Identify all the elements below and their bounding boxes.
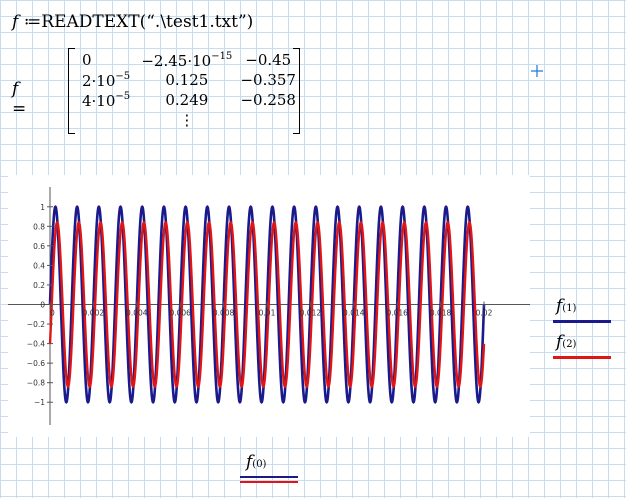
- matrix-cell: −0.357: [240, 71, 296, 89]
- matrix-cell: 0.125: [165, 71, 209, 89]
- y-tick-label: −0.8: [27, 379, 45, 388]
- legend-series-2[interactable]: f(2): [556, 332, 576, 352]
- y-tick-label: 0.8: [33, 222, 45, 231]
- matrix-cell: 4·10−5: [82, 90, 131, 110]
- matrix-cell: 2·10−5: [82, 70, 131, 90]
- plot-svg: 1 0.8 0.6 0.4 0.2 0 −0.2 −0.4 −0.6 −0.8 −1 0 0.002 0.…: [8, 175, 530, 437]
- x-tick-label: 0.016: [386, 309, 408, 318]
- legend-series-1[interactable]: f(1): [556, 296, 576, 316]
- y-tick-label: 0: [40, 301, 45, 310]
- legend-series-1-swatch: [553, 320, 611, 323]
- x-axis-swatch-blue: [240, 476, 298, 478]
- crosshair-plus-icon: [531, 65, 543, 77]
- x-axis-swatch-red: [240, 481, 298, 483]
- matrix-row: 0 −2.45·10−15 −0.45: [78, 50, 300, 70]
- readtext-definition[interactable]: f ≔READTEXT(“.\test1.txt”): [12, 12, 253, 32]
- result-matrix: 0 −2.45·10−15 −0.45 2·10−5 0.125 −0.357 4·10−5…: [68, 48, 300, 134]
- matrix-cell: ⋮: [179, 111, 195, 129]
- y-tick-label: −1: [34, 398, 45, 407]
- matrix-cell: 0.249: [165, 91, 209, 109]
- result-label: f =: [12, 79, 26, 119]
- legend-series-2-label: f(2): [556, 332, 577, 352]
- file-path-argument: “.\test1.txt”: [146, 12, 247, 32]
- matrix-cell: −0.45: [245, 51, 292, 69]
- y-tick-label: 0.2: [33, 281, 45, 290]
- y-tick-label: −0.6: [27, 359, 45, 368]
- result-variable: f: [12, 79, 19, 99]
- definition-variable: f: [12, 12, 19, 32]
- x-tick-label: 0.008: [213, 309, 235, 318]
- legend-series-2-swatch: [553, 356, 611, 359]
- matrix-row: 2·10−5 0.125 −0.357: [78, 70, 300, 90]
- matrix-table: 0 −2.45·10−15 −0.45 2·10−5 0.125 −0.357 4·10−5…: [78, 50, 300, 130]
- y-tick-label: 0.6: [33, 242, 45, 251]
- matrix-cell: −2.45·10−15: [141, 50, 233, 70]
- x-axis-variable[interactable]: f(0): [246, 452, 266, 472]
- x-tick-label: 0.01: [259, 309, 276, 318]
- y-tick-label: 1: [40, 203, 45, 212]
- x-tick-label: 0.004: [126, 309, 148, 318]
- matrix-cell: −0.258: [240, 91, 296, 109]
- matrix-cell: 0: [82, 51, 92, 69]
- x-tick-label: 0.012: [300, 309, 322, 318]
- matrix-row: ⋮: [78, 110, 300, 130]
- argument-close-paren: ): [246, 12, 254, 32]
- y-tick-label: 0.4: [33, 261, 45, 270]
- x-axis-variable-label: f(0): [246, 452, 267, 472]
- x-tick-label: 0.014: [343, 309, 365, 318]
- x-tick-label: 0.02: [476, 309, 493, 318]
- matrix-cell: [236, 110, 300, 130]
- definition-operator: ≔: [23, 12, 42, 32]
- x-tick-label: 0.006: [169, 309, 191, 318]
- matrix-row: 4·10−5 0.249 −0.258: [78, 90, 300, 110]
- xy-plot[interactable]: 1 0.8 0.6 0.4 0.2 0 −0.2 −0.4 −0.6 −0.8 −1 0 0.002 0.…: [0, 175, 530, 437]
- x-tick-label: 0: [50, 309, 55, 318]
- matrix-left-bracket: [68, 48, 75, 134]
- function-name: READTEXT: [41, 12, 140, 32]
- result-operator: =: [12, 99, 27, 119]
- legend-series-1-label: f(1): [556, 296, 577, 316]
- x-tick-label: 0.018: [430, 309, 452, 318]
- y-tick-label: −0.2: [27, 320, 45, 329]
- matrix-cell: [78, 110, 137, 130]
- x-tick-label: 0.002: [83, 309, 105, 318]
- y-tick-label: −0.4: [27, 340, 45, 349]
